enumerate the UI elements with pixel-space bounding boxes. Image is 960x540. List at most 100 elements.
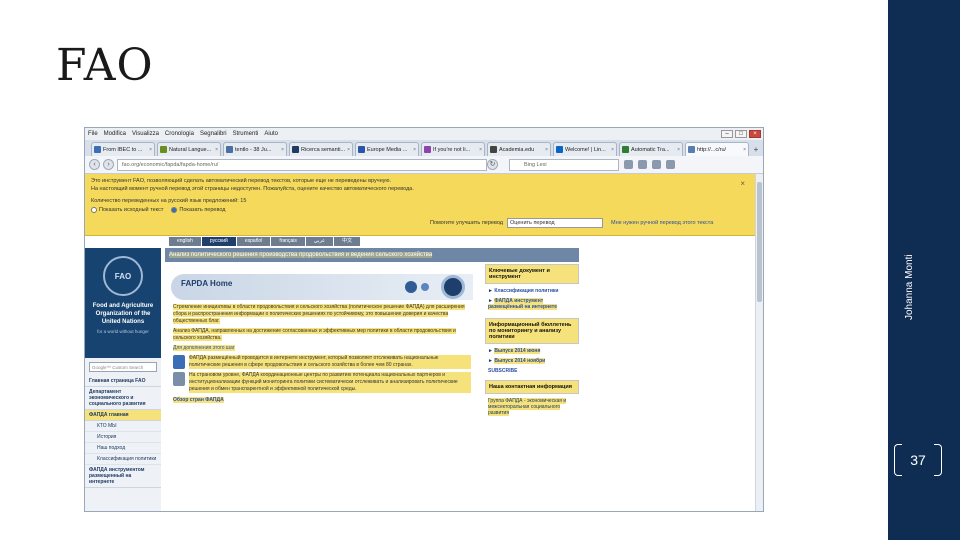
fao-nav-item[interactable]: История: [85, 432, 161, 443]
browser-tab[interactable]: Welcome! | Lin... ×: [553, 142, 617, 156]
maximize-icon[interactable]: □: [735, 130, 747, 138]
tab-favicon-icon: [94, 146, 101, 153]
fao-nav-item[interactable]: КТО МЫ: [85, 421, 161, 432]
link-online-tool[interactable]: ► ФАПДА инструмент размещённый на интерн…: [485, 296, 579, 312]
close-window-icon[interactable]: ×: [749, 130, 761, 138]
fao-main: FAPDA Home Стремление инициативы в облас…: [165, 264, 479, 511]
menu-bar: File Modifica Visualizza Cronologia Segn…: [85, 128, 763, 140]
back-icon[interactable]: ‹: [89, 159, 100, 170]
tab-close-icon[interactable]: ×: [215, 147, 218, 153]
radio-translated[interactable]: [171, 207, 178, 213]
tab-close-icon[interactable]: ×: [545, 147, 548, 153]
fao-logo: FAO Food and Agriculture Organization of…: [85, 248, 161, 358]
search-input[interactable]: Bing Lexi: [509, 158, 619, 171]
note-country-level: На страновом уровне, ФАПДА координационн…: [165, 372, 479, 393]
tab-close-icon[interactable]: ×: [611, 147, 614, 153]
fao-nav-item[interactable]: Наш подход: [85, 443, 161, 454]
tab-close-icon[interactable]: ×: [677, 147, 680, 153]
minimize-icon[interactable]: –: [721, 130, 733, 138]
tab-close-icon[interactable]: ×: [347, 147, 350, 153]
browser-tab[interactable]: http://...c/ru/ ×: [685, 142, 749, 156]
new-tab-icon[interactable]: +: [751, 144, 761, 156]
link-issue-november[interactable]: ► Выпуск 2014 ноябри: [485, 356, 579, 366]
scrollbar[interactable]: [755, 174, 763, 511]
menu-tools[interactable]: Strumenti: [233, 131, 259, 137]
para-1: Стремление инициативы в области продовол…: [173, 304, 465, 324]
fao-nav-item[interactable]: ФАПДА инструментом размещенный на интерн…: [85, 465, 161, 488]
fao-search-input[interactable]: Google™ Custom Search: [89, 362, 157, 372]
menu-view[interactable]: Visualizza: [132, 131, 159, 137]
manual-translation-link[interactable]: Мне нужен ручной перевод этого текста: [611, 220, 713, 226]
menu-bookmarks[interactable]: Segnalibri: [200, 131, 227, 137]
language-link[interactable]: عربي: [305, 237, 334, 246]
tool-icon: [173, 355, 185, 369]
author-label: Johanna Monti: [904, 254, 915, 320]
url-field[interactable]: fao.org/economic/fapda/fapda-home/ru/: [117, 158, 487, 171]
browser-tab[interactable]: Natural Langue... ×: [157, 142, 221, 156]
browser-tab[interactable]: From IBEC to ... ×: [91, 142, 155, 156]
browser-tab[interactable]: Ricerca semanti... ×: [289, 142, 353, 156]
browser-tab[interactable]: tentlo - 38 Ju... ×: [223, 142, 287, 156]
language-link[interactable]: français: [271, 237, 305, 246]
browser-tab[interactable]: Automatic Tra... ×: [619, 142, 683, 156]
tab-label: If you're not li...: [433, 146, 471, 153]
menu-history[interactable]: Cronologia: [165, 131, 194, 137]
slide-sidebar: Johanna Monti 37: [888, 0, 960, 540]
fao-nav-item[interactable]: Департамент экономического и социального…: [85, 387, 161, 410]
menu-help[interactable]: Aiuto: [264, 131, 278, 137]
tab-label: Europe Media ...: [367, 146, 408, 153]
tab-label: From IBEC to ...: [103, 146, 143, 153]
home-icon[interactable]: [652, 160, 661, 169]
tab-close-icon[interactable]: ×: [281, 147, 284, 153]
key-docs-heading: Ключевые документ и инструмент: [485, 264, 579, 284]
about-link[interactable]: Обзор стран ФАПДА: [173, 397, 224, 403]
link-policy-classification[interactable]: ► Классификация политики: [485, 286, 579, 296]
menu-icon[interactable]: [666, 160, 675, 169]
tab-favicon-icon: [358, 146, 365, 153]
close-translation-icon[interactable]: ×: [740, 179, 745, 188]
reload-icon[interactable]: ↻: [487, 159, 498, 170]
translation-notice-1: Это инструмент FAO, позволяющий сделать …: [91, 178, 392, 184]
fao-banner: Анализ политического решения производств…: [165, 248, 579, 262]
radio-original[interactable]: [91, 207, 97, 213]
tab-close-icon[interactable]: ×: [413, 147, 416, 153]
browser-tab[interactable]: Europe Media ... ×: [355, 142, 419, 156]
nav-bar: ‹ › fao.org/economic/fapda/fapda-home/ru…: [85, 156, 763, 174]
link-issue-june[interactable]: ► Выпуск 2014 июня: [485, 346, 579, 356]
para-4: На страновом уровне, ФАПДА координационн…: [189, 372, 471, 393]
tab-close-icon[interactable]: ×: [149, 147, 152, 153]
tab-close-icon[interactable]: ×: [743, 147, 746, 153]
more-link[interactable]: Для дополнения этого шаг: [173, 345, 235, 351]
para-3: ФАПДА размещённый проводится в интернете…: [189, 355, 471, 369]
home-header: FAPDA Home: [171, 274, 473, 300]
scrollbar-thumb[interactable]: [757, 182, 762, 302]
fao-nav-item[interactable]: Классификация политики: [85, 454, 161, 465]
bookmark-icon[interactable]: [624, 160, 633, 169]
subscribe-link[interactable]: SUBSCRIBE: [485, 366, 579, 376]
language-link[interactable]: русский: [201, 237, 236, 246]
link-policy-classification-label: Классификация политики: [494, 288, 559, 294]
link-issue-june-label: Выпуск 2014 июня: [494, 348, 541, 354]
fao-org-name: Food and Agriculture Organization of the…: [92, 303, 154, 325]
tab-close-icon[interactable]: ×: [479, 147, 482, 153]
intro-text: Стремление инициативы в области продовол…: [165, 304, 479, 352]
language-link[interactable]: 中文: [334, 237, 361, 246]
bulletin-heading: Информационный бюллетень по мониторингу …: [485, 318, 579, 344]
language-link[interactable]: english: [169, 237, 201, 246]
menu-file[interactable]: File: [88, 131, 98, 137]
menu-edit[interactable]: Modifica: [104, 131, 126, 137]
rate-translation-select[interactable]: Оценить перевод: [507, 218, 603, 228]
browser-tab[interactable]: Academia.edu ×: [487, 142, 551, 156]
slide: FAO Johanna Monti 37 File Modifica Visua…: [0, 0, 960, 540]
bracket-left: [894, 444, 902, 476]
fao-nav-item[interactable]: Главная страница FAO: [85, 376, 161, 387]
note-online-tool: ФАПДА размещённый проводится в интернете…: [165, 355, 479, 369]
forward-icon[interactable]: ›: [103, 159, 114, 170]
browser-tab[interactable]: If you're not li... ×: [421, 142, 485, 156]
option-translated-label: Показать перевод: [179, 207, 226, 213]
fao-nav-item[interactable]: ФАПДА главная: [85, 410, 161, 421]
bracket-right: [934, 444, 942, 476]
language-link[interactable]: español: [236, 237, 271, 246]
contact-text-label: Группа ФАПДА - экономическая и межсектор…: [488, 398, 567, 416]
download-icon[interactable]: [638, 160, 647, 169]
